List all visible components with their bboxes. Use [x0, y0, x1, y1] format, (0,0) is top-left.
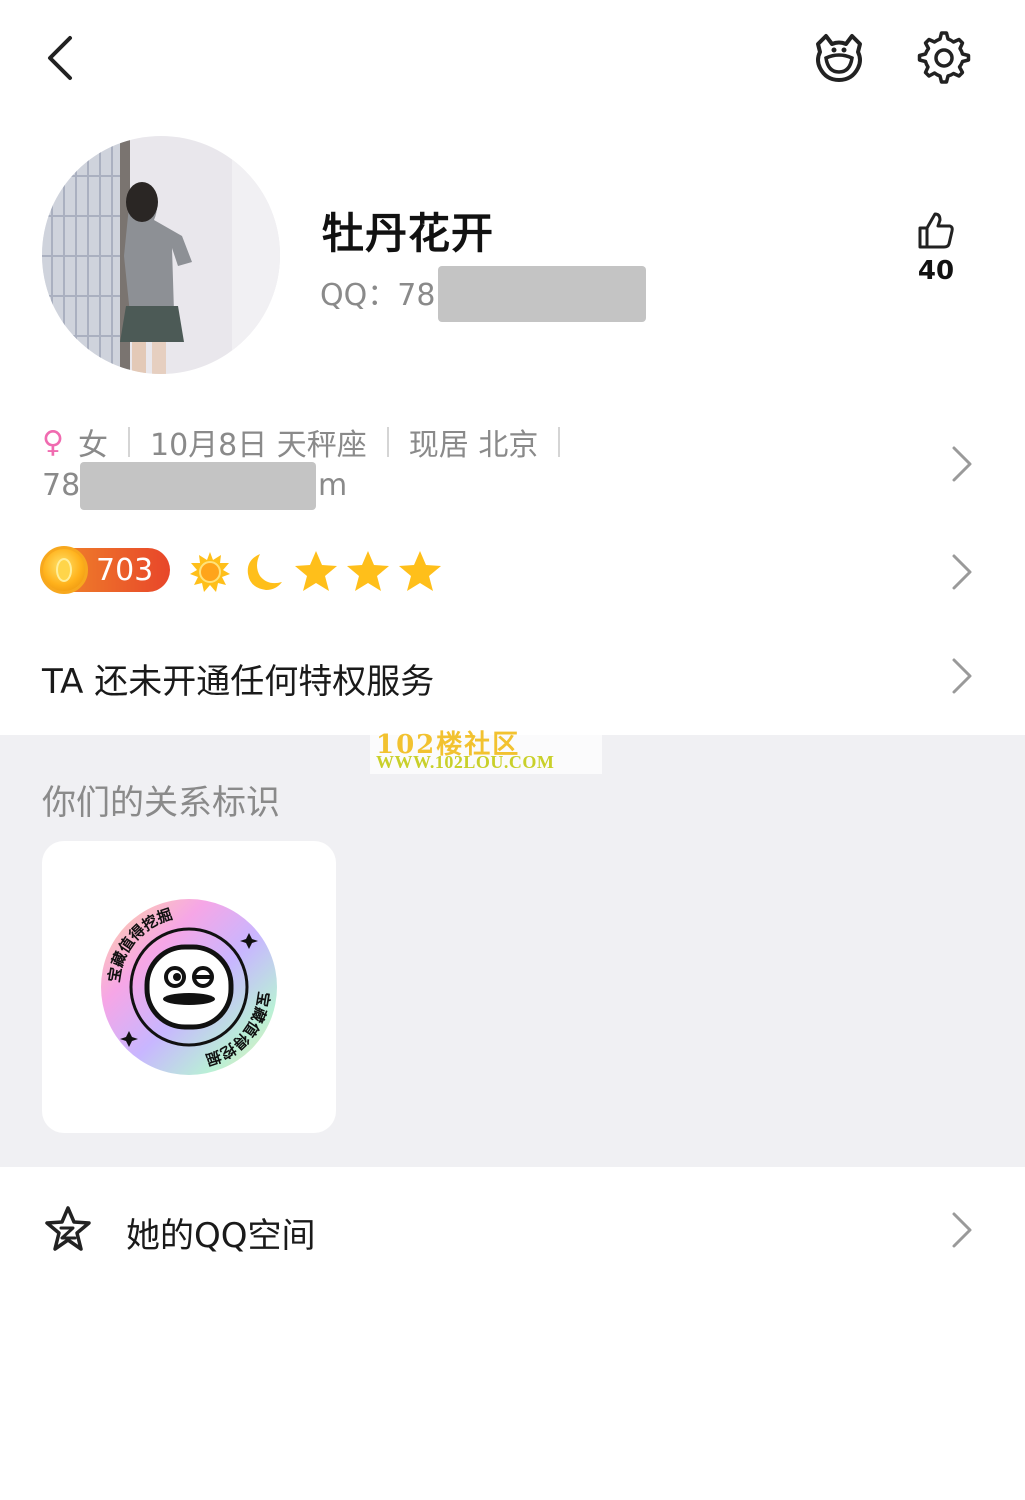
qzone-star-icon — [45, 1206, 91, 1251]
chevron-right-icon — [952, 1212, 972, 1248]
moon-icon — [247, 554, 282, 590]
divider — [386, 427, 389, 457]
sun-icon — [190, 552, 230, 592]
like-count: 40 — [917, 256, 955, 286]
avatar-photo — [42, 136, 280, 374]
info-line: ♀ 女 10月8日 天秤座 现居 北京 — [42, 420, 580, 464]
divider — [558, 427, 561, 457]
profile-info-row[interactable]: ♀ 女 10月8日 天秤座 现居 北京 78 m — [0, 410, 1025, 520]
avatar[interactable] — [42, 136, 280, 374]
settings-button[interactable] — [916, 30, 972, 86]
star-icon — [347, 551, 389, 591]
chevron-right-icon — [952, 446, 972, 482]
nickname: 牡丹花开 — [322, 209, 495, 258]
like-button[interactable]: 40 — [900, 210, 972, 306]
gear-icon — [917, 31, 971, 84]
id-redaction — [80, 462, 316, 510]
relationship-badge-card[interactable]: 宝藏值得挖掘 宝藏值得挖掘 — [42, 841, 336, 1133]
id-suffix: m — [318, 468, 348, 503]
chevron-right-icon — [952, 658, 972, 694]
level-value: 703 — [96, 553, 154, 588]
chevron-right-icon — [952, 554, 972, 590]
relationship-title: 你们的关系标识 — [42, 783, 280, 823]
relationship-section: 你们的关系标识 宝藏值得挖掘 宝藏值得挖掘 — [0, 735, 1025, 1167]
qzone-row[interactable]: 她的QQ空间 — [0, 1180, 1025, 1280]
thumbs-up-icon — [918, 212, 954, 249]
treasure-badge-icon: 宝藏值得挖掘 宝藏值得挖掘 — [101, 899, 277, 1075]
back-button[interactable] — [40, 30, 90, 86]
star-icon — [399, 551, 441, 591]
divider — [127, 427, 130, 457]
pet-face-icon — [816, 34, 862, 82]
female-icon: ♀ — [42, 424, 64, 460]
location: 现居 北京 — [408, 428, 539, 463]
qzone-label: 她的QQ空间 — [126, 1216, 316, 1256]
star-icon — [295, 551, 337, 591]
chevron-left-icon — [48, 36, 72, 80]
qq-label: QQ： — [320, 278, 398, 313]
level-badge: 703 — [40, 546, 170, 594]
gender: 女 — [77, 428, 108, 463]
privilege-text: TA 还未开通任何特权服务 — [42, 662, 435, 702]
id-prefix: 78 — [42, 468, 81, 503]
qq-number: QQ：78 — [320, 270, 435, 314]
birthday: 10月8日 天秤座 — [149, 428, 367, 463]
level-row[interactable]: 703 — [0, 538, 1025, 608]
qq-prefix: 78 — [397, 278, 436, 313]
watermark-url: WWW.102LOU.COM — [376, 752, 555, 772]
coin-icon — [40, 546, 88, 594]
privilege-row[interactable]: TA 还未开通任何特权服务 — [0, 638, 1025, 718]
qq-redaction — [438, 266, 646, 322]
pet-button[interactable] — [808, 30, 870, 86]
